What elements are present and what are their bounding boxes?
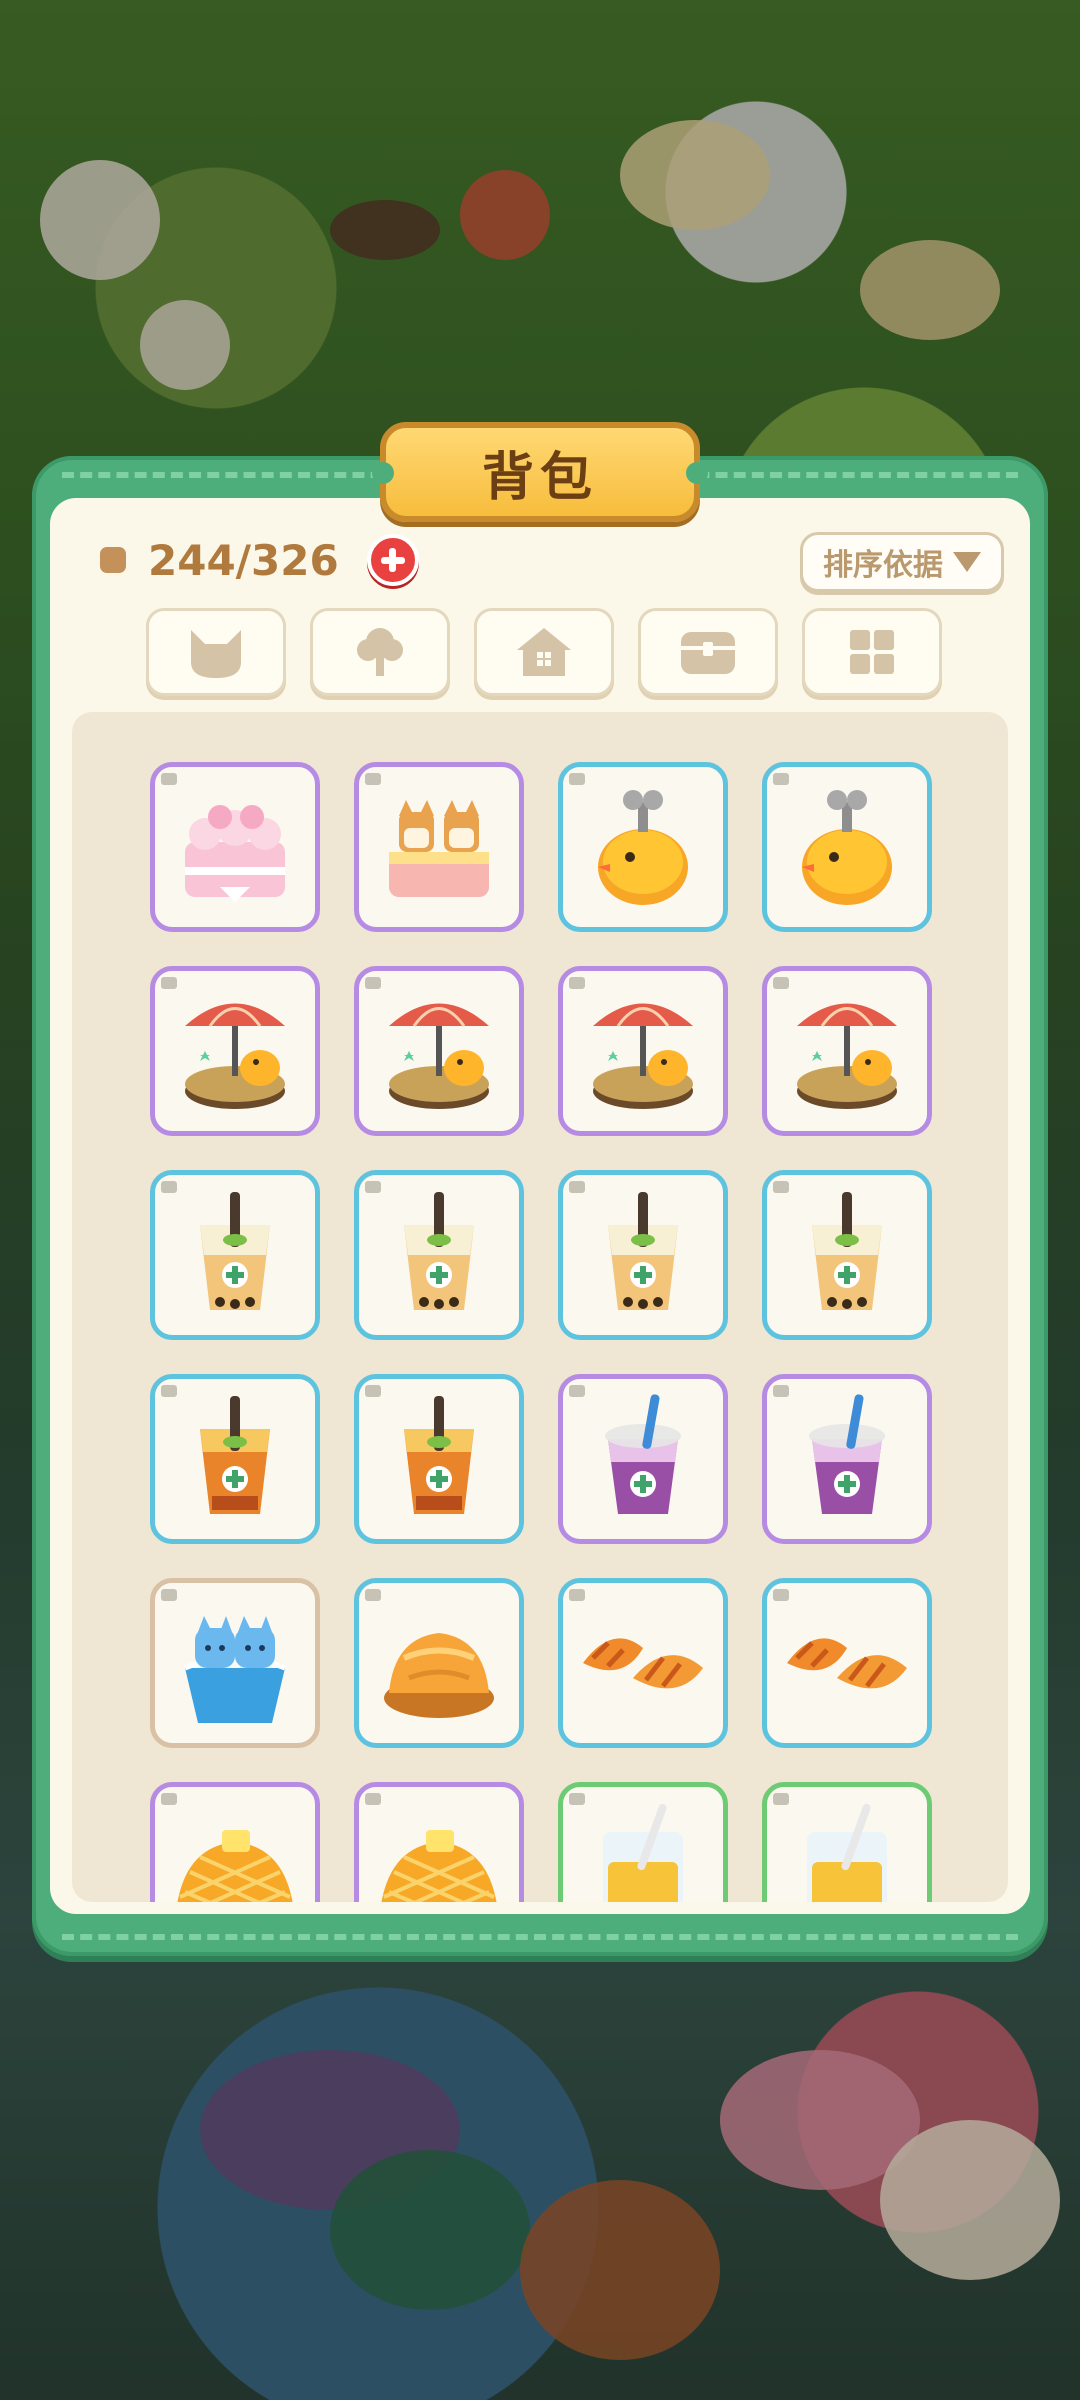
slot-corner-tag (161, 977, 177, 989)
milk-tea-icon (404, 1192, 474, 1310)
slot-corner-tag (773, 773, 789, 785)
slot-corner-tag (569, 977, 585, 989)
cat-basket-icon (184, 1616, 286, 1723)
inventory-slot[interactable] (762, 1170, 932, 1340)
inventory-slot[interactable] (354, 1782, 524, 1902)
slot-corner-tag (569, 1385, 585, 1397)
slot-corner-tag (773, 1589, 789, 1601)
inventory-slot[interactable] (354, 1578, 524, 1748)
slot-corner-tag (365, 1181, 381, 1193)
slot-corner-tag (161, 1793, 177, 1805)
grape-tea-icon (605, 1394, 681, 1514)
panel-title-plate: 背包 (372, 422, 708, 522)
tab-plants[interactable] (310, 608, 450, 696)
slot-corner-tag (773, 1793, 789, 1805)
inventory-slot[interactable] (150, 1170, 320, 1340)
juice-glass-icon (603, 1803, 683, 1902)
inventory-slot[interactable] (354, 1170, 524, 1340)
chest-icon (681, 632, 735, 674)
inventory-slot[interactable] (558, 1374, 728, 1544)
croissant-icon (583, 1638, 703, 1689)
slot-corner-tag (365, 773, 381, 785)
chevron-down-icon (953, 552, 981, 572)
slot-corner-tag (773, 1181, 789, 1193)
inventory-slot[interactable] (354, 966, 524, 1136)
orange-tea-icon (200, 1396, 270, 1514)
milk-tea-icon (812, 1192, 882, 1310)
tab-buildings[interactable] (474, 608, 614, 696)
pineapple-bun-icon (177, 1830, 293, 1902)
inventory-slot[interactable] (150, 1374, 320, 1544)
slot-corner-tag (773, 977, 789, 989)
expand-capacity-button[interactable] (366, 534, 419, 586)
slot-corner-tag (365, 1589, 381, 1601)
slot-corner-tag (365, 1793, 381, 1805)
grid-icon (850, 630, 894, 674)
chick-umbrella-table-icon (797, 1003, 897, 1109)
grape-tea-icon (809, 1394, 885, 1514)
slot-corner-tag (773, 1385, 789, 1397)
slot-corner-tag (161, 1589, 177, 1601)
chick-umbrella-table-icon (389, 1003, 489, 1109)
house-icon (517, 628, 571, 676)
category-tabs (146, 608, 942, 696)
bread-bun-icon (384, 1633, 494, 1718)
inventory-grid (150, 762, 932, 1902)
chick-umbrella-table-icon (593, 1003, 693, 1109)
slot-corner-tag (161, 773, 177, 785)
cat-head-icon (191, 630, 241, 678)
slot-corner-tag (161, 1181, 177, 1193)
inventory-slot[interactable] (558, 1170, 728, 1340)
croissant-icon (787, 1638, 907, 1689)
capacity-text: 244/326 (148, 535, 339, 585)
slot-corner-tag (569, 1793, 585, 1805)
panel-bottom-stitch (62, 1934, 1018, 1940)
inventory-slot[interactable] (762, 1782, 932, 1902)
capacity-row: 244/326 (100, 530, 419, 590)
milk-tea-icon (200, 1192, 270, 1310)
panel-title: 背包 (481, 447, 598, 508)
tab-chests[interactable] (638, 608, 778, 696)
sort-button[interactable]: 排序依据 (800, 532, 1004, 592)
inventory-slot[interactable] (558, 1578, 728, 1748)
slot-corner-tag (569, 1589, 585, 1601)
sort-label: 排序依据 (823, 548, 943, 583)
tab-all[interactable] (802, 608, 942, 696)
slot-corner-tag (569, 773, 585, 785)
inventory-slot[interactable] (150, 1578, 320, 1748)
inventory-slot[interactable] (762, 1578, 932, 1748)
slot-corner-tag (365, 977, 381, 989)
inventory-slot[interactable] (558, 966, 728, 1136)
inventory-slot[interactable] (354, 1374, 524, 1544)
slot-corner-tag (161, 1385, 177, 1397)
pineapple-bun-icon (381, 1830, 497, 1902)
windup-chick-icon (598, 790, 688, 905)
chick-umbrella-table-icon (185, 1003, 285, 1109)
slot-corner-tag (365, 1385, 381, 1397)
inventory-slot[interactable] (150, 1782, 320, 1902)
inventory-slot[interactable] (354, 762, 524, 932)
inventory-slot[interactable] (558, 1782, 728, 1902)
slot-corner-tag (569, 1181, 585, 1193)
tree-icon (357, 628, 403, 676)
pink-cake-icon (185, 805, 285, 902)
inventory-slot[interactable] (150, 762, 320, 932)
orange-tea-icon (404, 1396, 474, 1514)
inventory-slot[interactable] (150, 966, 320, 1136)
inventory-slot[interactable] (762, 966, 932, 1136)
tab-cats[interactable] (146, 608, 286, 696)
milk-tea-icon (608, 1192, 678, 1310)
windup-chick-icon (802, 790, 892, 905)
inventory-slot[interactable] (762, 1374, 932, 1544)
bag-capacity-icon (100, 547, 126, 573)
inventory-slot[interactable] (558, 762, 728, 932)
juice-glass-icon (807, 1803, 887, 1902)
inventory-grid-area[interactable] (72, 712, 1008, 1902)
cat-cake-icon (389, 800, 489, 897)
inventory-slot[interactable] (762, 762, 932, 932)
